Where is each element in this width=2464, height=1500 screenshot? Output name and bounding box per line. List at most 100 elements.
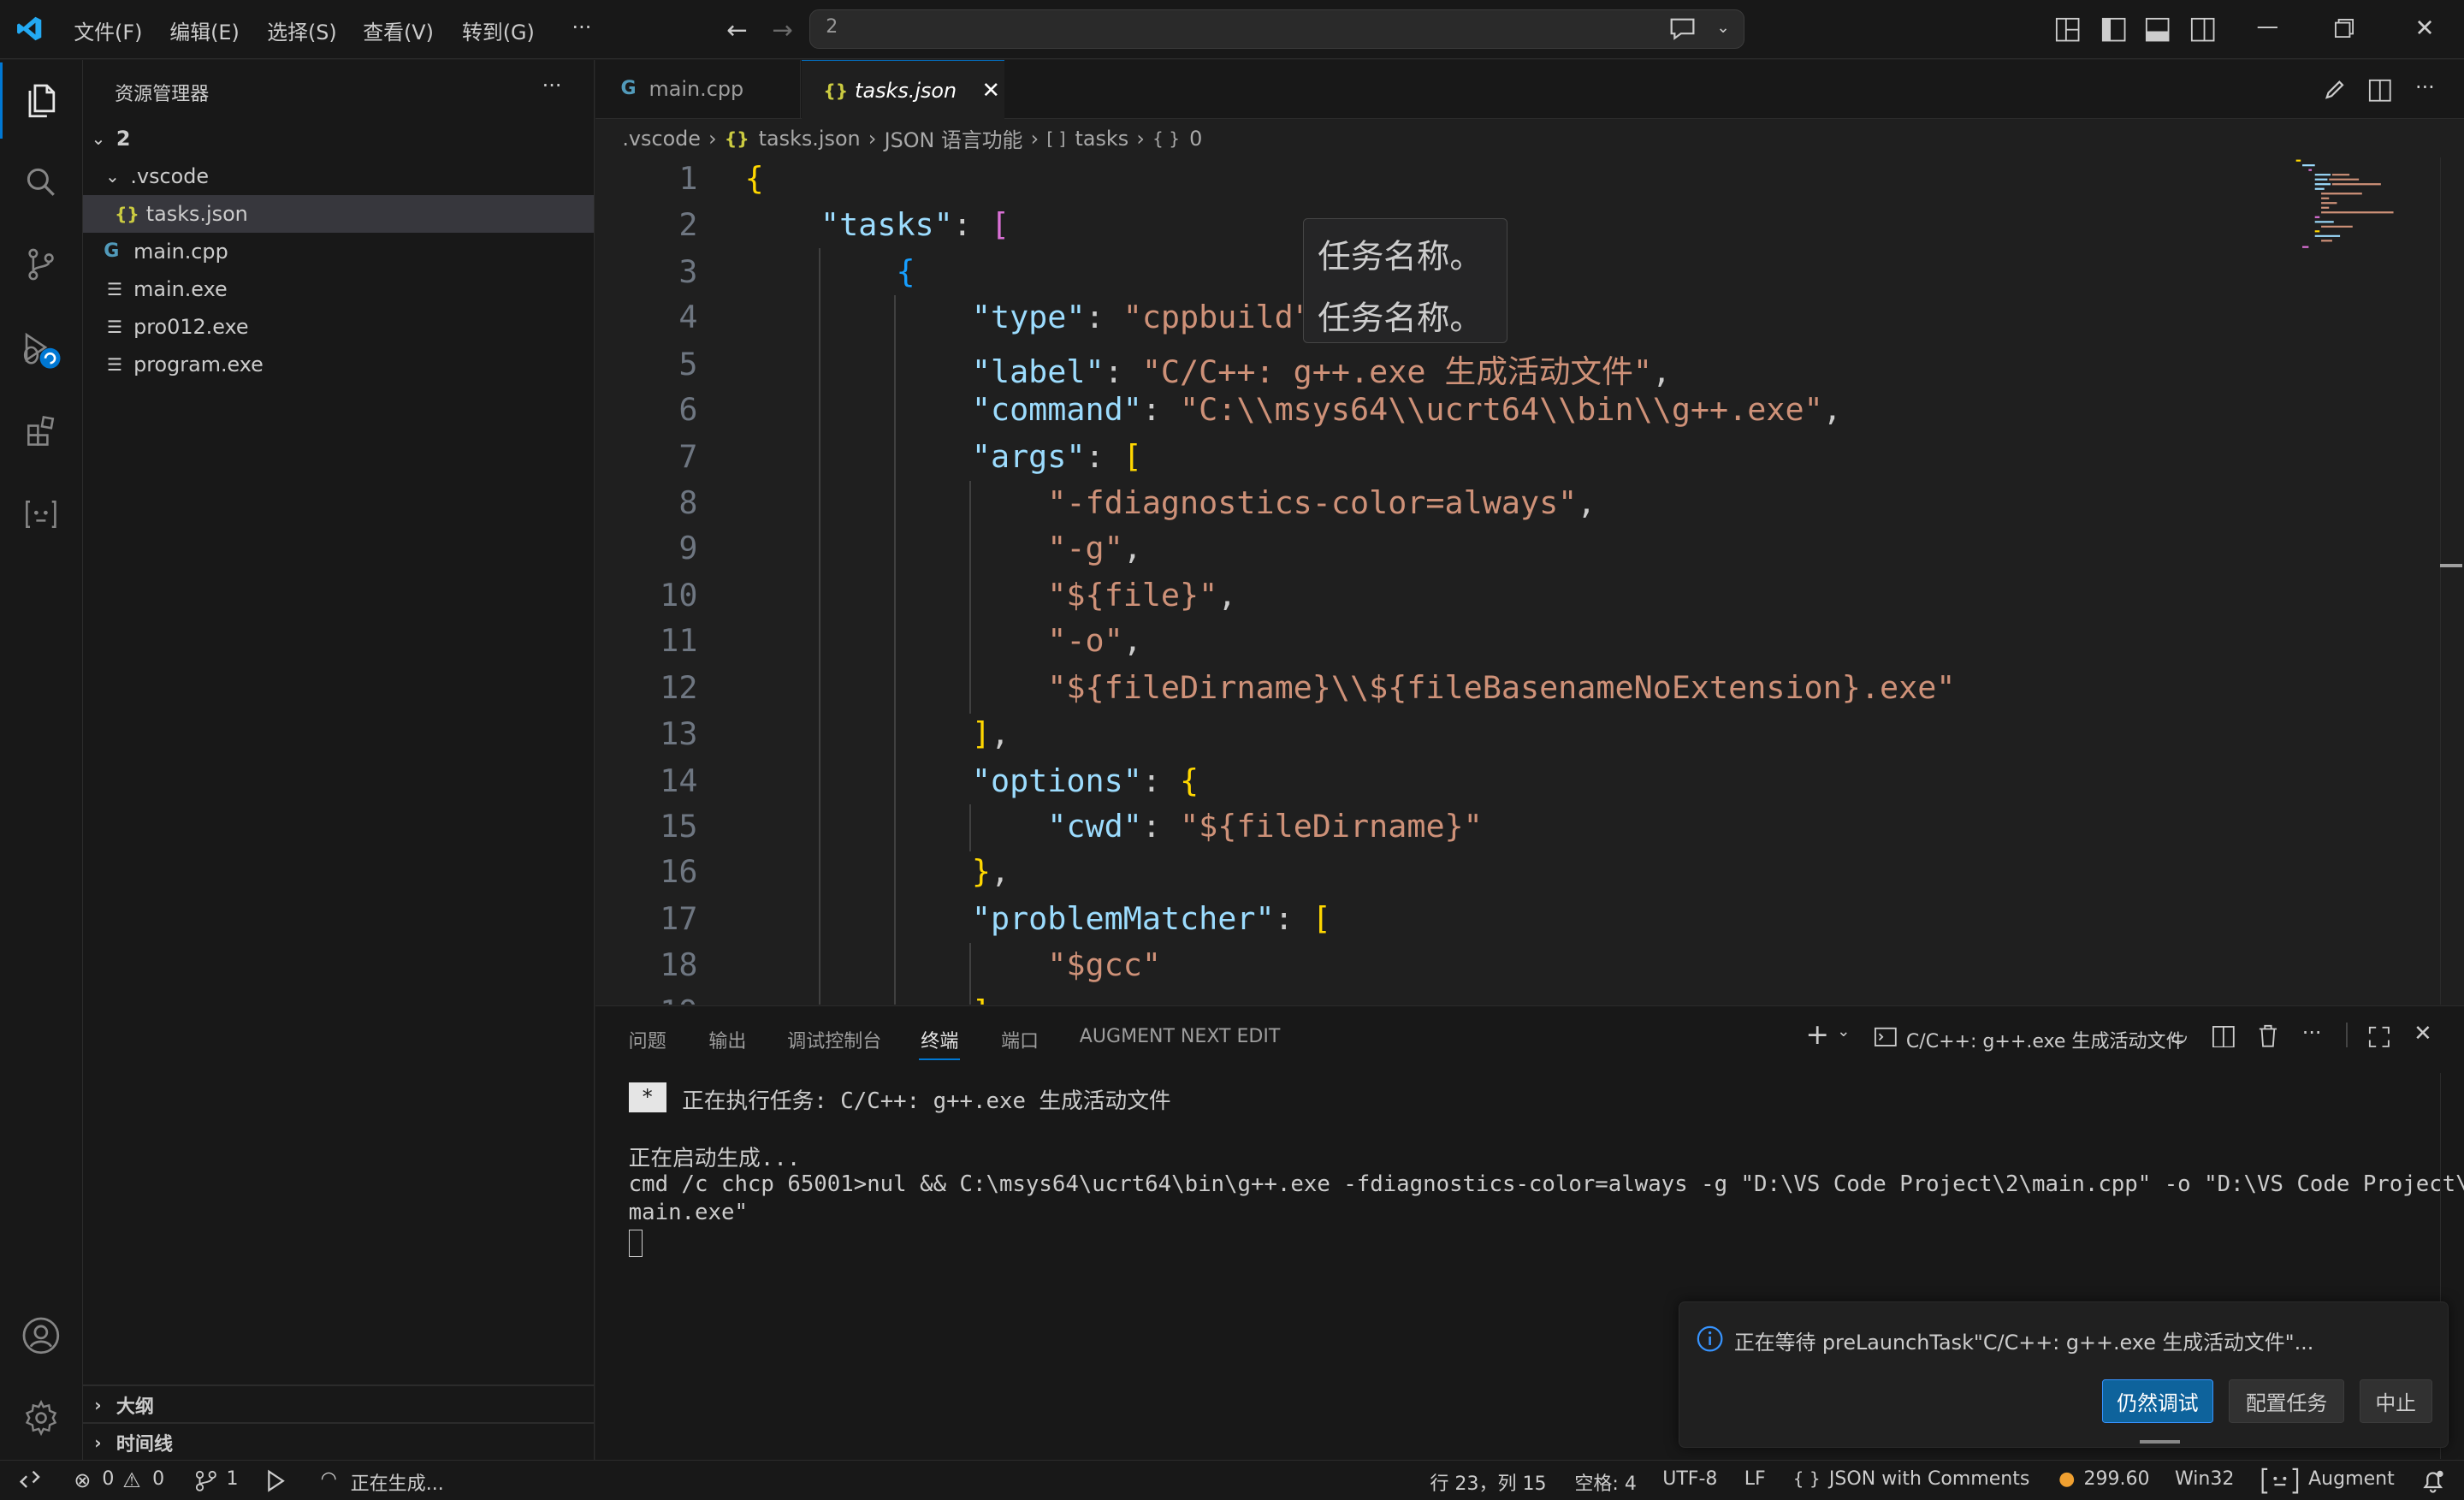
back-arrow-icon[interactable]: ← — [720, 15, 754, 46]
chevron-down-icon[interactable]: ⌄ — [1712, 15, 1734, 40]
toggle-panel-icon[interactable] — [2145, 17, 2170, 42]
code-editor[interactable]: 1 2 3 4 5 6 7 8 9 10 11 12 13 14 15 16 1… — [595, 157, 2464, 1005]
toggle-sidebar-icon[interactable] — [2101, 17, 2126, 42]
ports-count[interactable]: 1 — [226, 1468, 238, 1490]
breadcrumb-item[interactable]: tasks.json — [759, 127, 861, 151]
sidebar-more-button[interactable]: ··· — [542, 74, 562, 98]
tree-item-pro012-exe[interactable]: ☰ pro012.exe — [83, 308, 594, 346]
menu-file[interactable]: 文件(F) — [74, 15, 142, 45]
close-window-icon[interactable]: ✕ — [2408, 11, 2442, 45]
tree-item-vscode[interactable]: ⌄ .vscode — [83, 157, 594, 195]
code-line: { — [896, 252, 915, 290]
breadcrumb-item[interactable]: JSON 语言功能 — [885, 123, 1023, 153]
menu-more[interactable]: ··· — [572, 15, 592, 39]
tab-augment-next-edit[interactable]: AUGMENT NEXT EDIT — [1080, 1026, 1281, 1047]
code-line: "cwd": "${fileDirname}" — [1047, 808, 1483, 845]
search-icon[interactable] — [0, 145, 82, 220]
layout-customize-icon[interactable] — [2055, 17, 2080, 42]
chevron-down-icon[interactable]: ⌄ — [1837, 1023, 1850, 1041]
augment-icon[interactable] — [0, 477, 82, 552]
tab-problems[interactable]: 问题 — [629, 1026, 666, 1053]
tab-main-cpp[interactable]: G main.cpp — [595, 59, 801, 118]
error-count[interactable]: 0 — [102, 1468, 114, 1490]
minimize-icon[interactable]: — — [2250, 9, 2284, 44]
more-actions-icon[interactable]: ··· — [2302, 1021, 2322, 1045]
notifications-bell-icon[interactable] — [2420, 1468, 2445, 1494]
tab-debug-console[interactable]: 调试控制台 — [787, 1026, 881, 1053]
debug-launch-icon[interactable] — [263, 1468, 287, 1492]
error-icon[interactable]: ⊗ — [74, 1468, 91, 1492]
active-tab-indicator — [919, 1058, 961, 1060]
maximize-panel-icon[interactable] — [2368, 1026, 2390, 1048]
explorer-icon[interactable] — [0, 62, 81, 139]
breadcrumb-item[interactable]: tasks — [1075, 127, 1129, 151]
more-actions-icon[interactable]: ··· — [2415, 75, 2435, 99]
cursor-position[interactable]: 行 23，列 15 — [1430, 1468, 1546, 1496]
language-mode[interactable]: JSON with Comments — [1829, 1468, 2029, 1490]
command-center[interactable]: 2 ⌄ — [808, 9, 1744, 50]
terminal-line: cmd /c chcp 65001>nul && C:\msys64\ucrt6… — [628, 1171, 2464, 1198]
tree-item-tasks-json[interactable]: {} tasks.json — [83, 194, 595, 233]
restore-icon[interactable] — [2335, 19, 2354, 39]
source-control-icon[interactable] — [0, 226, 82, 301]
end-of-line[interactable]: LF — [1744, 1468, 1766, 1490]
tab-ports[interactable]: 端口 — [1001, 1026, 1039, 1053]
timeline-section[interactable]: › 时间线 — [83, 1424, 594, 1461]
outline-section[interactable]: › 大纲 — [83, 1386, 594, 1424]
minimap[interactable] — [2293, 157, 2434, 252]
edit-pencil-icon[interactable] — [2324, 79, 2346, 101]
scrollbar[interactable] — [2440, 157, 2464, 1005]
line-number: 4 — [678, 298, 698, 335]
indentation[interactable]: 空格: 4 — [1574, 1468, 1637, 1496]
split-terminal-icon[interactable] — [2212, 1025, 2235, 1048]
tab-output[interactable]: 输出 — [708, 1026, 746, 1053]
settings-gear-icon[interactable] — [0, 1380, 82, 1456]
extensions-icon[interactable] — [0, 393, 82, 468]
split-editor-icon[interactable] — [2368, 79, 2392, 103]
trash-icon[interactable] — [2258, 1024, 2278, 1048]
tree-item-label: main.exe — [133, 276, 228, 301]
build-status[interactable]: 正在生成... — [351, 1468, 444, 1496]
platform[interactable]: Win32 — [2175, 1468, 2234, 1490]
debug-anyway-button[interactable]: 仍然调试 — [2101, 1378, 2214, 1424]
encoding[interactable]: UTF-8 — [1662, 1468, 1717, 1490]
abort-button[interactable]: 中止 — [2359, 1378, 2432, 1424]
close-tab-icon[interactable]: ✕ — [982, 78, 1001, 104]
warning-count[interactable]: 0 — [152, 1468, 164, 1490]
configure-task-button[interactable]: 配置任务 — [2229, 1378, 2344, 1424]
tab-terminal[interactable]: 终端 — [921, 1026, 958, 1053]
tree-item-program-exe[interactable]: ☰ program.exe — [83, 346, 594, 383]
folder-root[interactable]: ⌄ 2 — [83, 120, 594, 157]
coin-icon: ● — [2058, 1468, 2076, 1491]
chat-icon[interactable] — [1668, 16, 1697, 41]
augment-status[interactable]: Augment — [2308, 1468, 2395, 1490]
menu-edit[interactable]: 编辑(E) — [169, 15, 239, 45]
json-icon: {} — [724, 127, 749, 149]
notification-toast: 正在等待 preLaunchTask"C/C++: g++.exe 生成活动文件… — [1678, 1301, 2449, 1448]
tab-tasks-json[interactable]: {} tasks.json ✕ — [801, 59, 1004, 121]
tree-item-main-cpp[interactable]: G main.cpp — [83, 233, 594, 270]
run-debug-icon[interactable] — [0, 311, 82, 387]
menu-go[interactable]: 转到(G) — [462, 15, 535, 45]
close-panel-icon[interactable]: ✕ — [2414, 1021, 2432, 1046]
warning-icon[interactable]: ⚠ — [122, 1468, 140, 1492]
breadcrumb-item[interactable]: 0 — [1189, 127, 1202, 151]
forward-arrow-icon[interactable]: → — [765, 15, 799, 46]
file-lines-icon: ☰ — [106, 354, 122, 376]
file-lines-icon: ☰ — [106, 278, 122, 299]
toggle-secondary-sidebar-icon[interactable] — [2190, 17, 2215, 42]
vscode-logo-icon — [17, 16, 42, 40]
loading-spinner-icon: ◡ — [2170, 1022, 2189, 1046]
terminal-name[interactable]: C/C++: g++.exe 生成活动文件 — [1906, 1026, 2185, 1053]
ports-icon[interactable] — [195, 1470, 217, 1492]
remote-icon[interactable] — [19, 1468, 41, 1491]
tree-item-main-exe[interactable]: ☰ main.exe — [83, 270, 594, 308]
code-line: "-g", — [1047, 529, 1142, 566]
credits[interactable]: 299.60 — [2083, 1468, 2149, 1490]
breadcrumb-item[interactable]: .vscode — [622, 127, 701, 151]
menu-selection[interactable]: 选择(S) — [267, 15, 336, 45]
account-icon[interactable] — [0, 1298, 82, 1373]
new-terminal-icon[interactable]: + — [1805, 1017, 1829, 1051]
menu-view[interactable]: 查看(V) — [363, 15, 434, 45]
chevron-right-icon: › — [1030, 126, 1040, 151]
